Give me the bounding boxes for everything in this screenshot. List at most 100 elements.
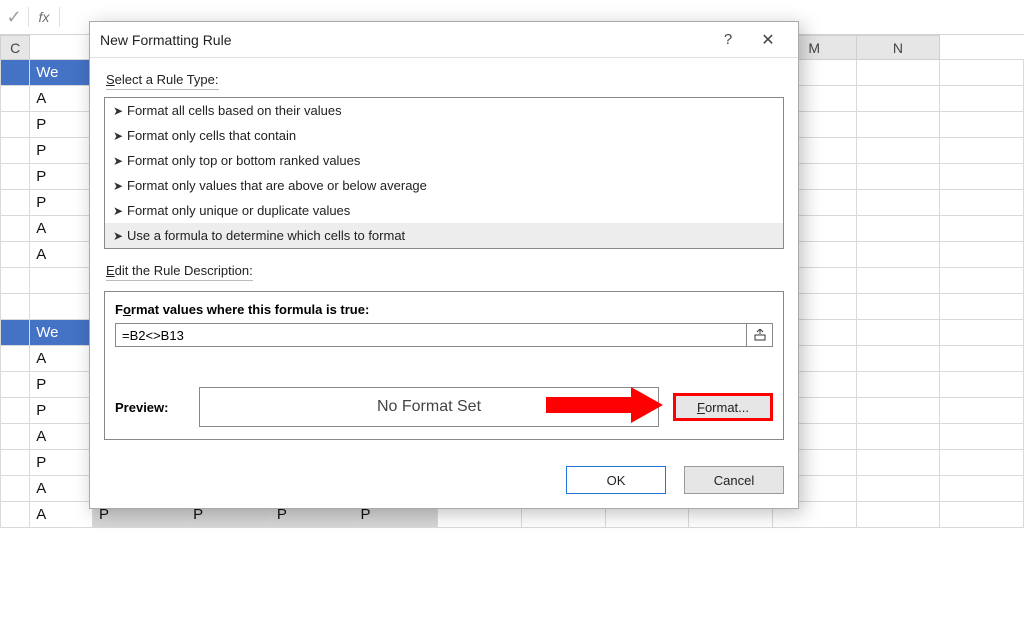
rule-formula-input[interactable] (115, 323, 747, 347)
cell[interactable] (940, 372, 1024, 398)
cell[interactable] (1, 242, 30, 268)
cell[interactable] (940, 112, 1024, 138)
cell[interactable] (1, 112, 30, 138)
cell[interactable]: We (30, 320, 93, 346)
cell[interactable]: A (30, 476, 93, 502)
arrow-icon: ➤ (113, 179, 127, 193)
cell[interactable] (1, 476, 30, 502)
cell[interactable] (856, 320, 940, 346)
cell[interactable] (1, 164, 30, 190)
cell[interactable] (940, 138, 1024, 164)
cell[interactable] (856, 164, 940, 190)
format-button[interactable]: Format... (673, 393, 773, 421)
cell[interactable] (856, 86, 940, 112)
cell[interactable] (856, 112, 940, 138)
cell[interactable]: P (30, 164, 93, 190)
rule-type-item[interactable]: ➤Format only values that are above or be… (105, 173, 783, 198)
close-icon[interactable]: ✕ (748, 30, 788, 50)
cell[interactable] (30, 268, 93, 294)
help-icon[interactable]: ? (708, 31, 748, 48)
cell[interactable] (856, 424, 940, 450)
cell[interactable] (856, 372, 940, 398)
arrow-icon: ➤ (113, 229, 127, 243)
rule-type-list[interactable]: ➤Format all cells based on their values➤… (104, 97, 784, 249)
rule-type-text: Use a formula to determine which cells t… (127, 228, 405, 243)
cell[interactable] (1, 216, 30, 242)
cell[interactable] (940, 60, 1024, 86)
cell[interactable] (1, 502, 30, 528)
cell[interactable]: P (30, 450, 93, 476)
cell[interactable] (856, 216, 940, 242)
fx-icon[interactable]: fx (29, 9, 59, 25)
cell[interactable] (1, 450, 30, 476)
cell[interactable] (856, 138, 940, 164)
cell[interactable] (856, 242, 940, 268)
cell[interactable] (940, 476, 1024, 502)
cell[interactable] (1, 190, 30, 216)
cell[interactable] (940, 320, 1024, 346)
cell[interactable] (940, 164, 1024, 190)
cell[interactable] (940, 346, 1024, 372)
cell[interactable] (940, 502, 1024, 528)
cell[interactable] (856, 502, 940, 528)
cell[interactable] (940, 424, 1024, 450)
cell[interactable] (1, 138, 30, 164)
cell[interactable] (940, 216, 1024, 242)
cell[interactable] (856, 346, 940, 372)
cell[interactable] (940, 86, 1024, 112)
cell[interactable]: A (30, 86, 93, 112)
cell[interactable]: P (30, 112, 93, 138)
cell[interactable] (940, 450, 1024, 476)
arrow-icon: ➤ (113, 204, 127, 218)
cell[interactable] (1, 398, 30, 424)
cell[interactable] (1, 60, 30, 86)
confirm-icon[interactable]: ✓ (0, 7, 28, 28)
cell[interactable] (1, 372, 30, 398)
cell[interactable] (856, 60, 940, 86)
ok-button[interactable]: OK (566, 466, 666, 494)
cell[interactable] (1, 424, 30, 450)
col-n[interactable]: N (856, 36, 940, 60)
cell[interactable] (940, 242, 1024, 268)
rule-type-item[interactable]: ➤Format only cells that contain (105, 123, 783, 148)
cell[interactable]: P (30, 398, 93, 424)
cell[interactable] (856, 294, 940, 320)
cell[interactable] (856, 268, 940, 294)
cancel-button[interactable]: Cancel (684, 466, 784, 494)
cell[interactable]: P (30, 138, 93, 164)
arrow-icon: ➤ (113, 129, 127, 143)
cell[interactable] (856, 398, 940, 424)
rule-type-item[interactable]: ➤Format only top or bottom ranked values (105, 148, 783, 173)
cell[interactable] (1, 294, 30, 320)
cell[interactable]: P (30, 190, 93, 216)
rule-type-item[interactable]: ➤Format only unique or duplicate values (105, 198, 783, 223)
cell[interactable]: P (30, 372, 93, 398)
cell[interactable] (940, 294, 1024, 320)
collapse-dialog-icon[interactable] (747, 323, 773, 347)
rule-type-text: Format only values that are above or bel… (127, 178, 427, 193)
col-c[interactable]: C (1, 36, 30, 60)
cell[interactable]: A (30, 216, 93, 242)
cell[interactable]: We (30, 60, 93, 86)
cell[interactable] (940, 398, 1024, 424)
cell[interactable]: A (30, 242, 93, 268)
cell[interactable] (1, 268, 30, 294)
dialog-button-row: OK Cancel (90, 456, 798, 508)
select-rule-type-label: Select a Rule Type: (106, 72, 782, 94)
cell[interactable] (940, 190, 1024, 216)
cell[interactable]: A (30, 346, 93, 372)
rule-description-box: Format values where this formula is true… (104, 291, 784, 440)
dialog-titlebar[interactable]: New Formatting Rule ? ✕ (90, 22, 798, 58)
rule-type-item[interactable]: ➤Format all cells based on their values (105, 98, 783, 123)
cell[interactable] (1, 86, 30, 112)
cell[interactable] (856, 190, 940, 216)
cell[interactable] (1, 346, 30, 372)
cell[interactable] (1, 320, 30, 346)
cell[interactable]: A (30, 424, 93, 450)
rule-type-item[interactable]: ➤Use a formula to determine which cells … (105, 223, 783, 248)
cell[interactable] (856, 450, 940, 476)
cell[interactable] (30, 294, 93, 320)
cell[interactable] (940, 268, 1024, 294)
cell[interactable]: A (30, 502, 93, 528)
cell[interactable] (856, 476, 940, 502)
